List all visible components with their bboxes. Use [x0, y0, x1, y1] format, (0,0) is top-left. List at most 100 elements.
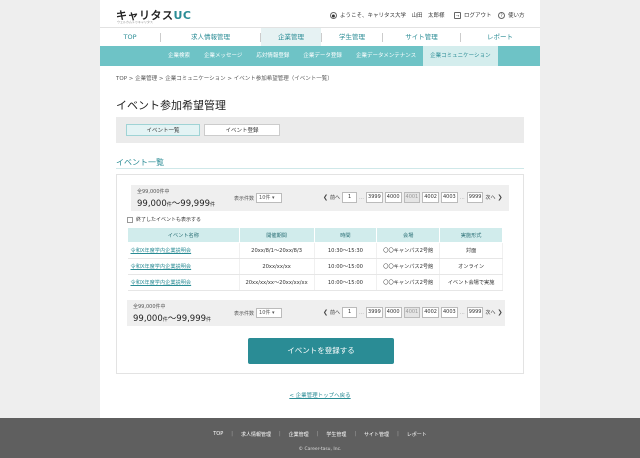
table-row: 令和X年度学内企業説明会 20xx/8/1～20xx/8/3 10:30～15:…	[127, 242, 503, 259]
user-icon: ●	[330, 11, 337, 19]
copyright: © Career-tasu, Inc.	[298, 447, 342, 452]
tab-bar: イベント一覧 イベント登録	[116, 117, 524, 143]
event-format: 対面	[439, 242, 503, 259]
page-link[interactable]: 1	[342, 307, 358, 318]
event-time: 10:00～15:00	[314, 258, 378, 275]
page: キャリタスUC ウェルカムトゥキャリタス ● ようこそ、キャリタス大学 山田 太…	[100, 0, 540, 458]
event-name-link[interactable]: 令和X年度学内企業説明会	[127, 274, 240, 291]
page-link[interactable]: 4003	[440, 307, 458, 318]
footer-link-report[interactable]: レポート	[407, 431, 427, 438]
help-link[interactable]: ? 使い方	[498, 11, 525, 19]
chevron-down-icon: ▾	[271, 310, 275, 316]
back-to-company-top-link[interactable]: < 企業管理トップへ戻る	[100, 391, 540, 399]
total-count: 全99,000件中	[137, 189, 170, 195]
subnav-company-data-register[interactable]: 企業データ登録	[296, 46, 349, 66]
event-name-link[interactable]: 令和X年度学内企業説明会	[127, 242, 240, 259]
col-format: 実施形式	[439, 227, 503, 243]
prev-arrow-icon: ❮	[323, 194, 329, 201]
col-period: 開催期間	[238, 227, 315, 243]
next-link[interactable]: 次へ	[485, 194, 495, 201]
subnav-response-info[interactable]: 応対情報登録	[249, 46, 296, 66]
footer-link-students[interactable]: 学生管理	[326, 431, 346, 438]
help-icon: ?	[498, 11, 505, 19]
col-venue: 会場	[376, 227, 441, 243]
page-link[interactable]: 4000	[384, 307, 402, 318]
footer-link-top[interactable]: TOP	[213, 431, 223, 438]
prev-arrow-icon: ❮	[323, 309, 329, 316]
page-title: イベント参加希望管理	[116, 99, 226, 112]
page-link[interactable]: 4003	[440, 192, 458, 203]
page-link[interactable]: 1	[342, 192, 358, 203]
event-period: 20xx/xx/xx	[239, 258, 315, 275]
page-current: 4001	[403, 307, 421, 318]
page-ellipsis: …	[459, 309, 465, 316]
table-row: 令和X年度学内企業説明会 20xx/xx/xx～20xx/xx/xx 10:00…	[127, 274, 503, 291]
page-ellipsis: …	[359, 309, 365, 316]
logout-link[interactable]: → ログアウト	[454, 11, 492, 19]
event-time: 10:30～15:30	[314, 242, 378, 259]
user-greeting: ● ようこそ、キャリタス大学 山田 太郎様	[330, 11, 445, 19]
show-ended-checkbox[interactable]	[127, 216, 133, 223]
prev-link[interactable]: 前へ	[330, 309, 340, 316]
pagination-bottom: ❮ 前へ 1 … 3999 4000 4001 4002 4003 … 9999…	[323, 307, 503, 318]
per-page-select[interactable]: 10件 ▾	[256, 308, 283, 318]
next-arrow-icon: ❯	[497, 309, 503, 316]
prev-link[interactable]: 前へ	[330, 194, 340, 201]
page-link[interactable]: 4002	[422, 192, 439, 203]
col-time: 時間	[313, 227, 378, 243]
nav-report[interactable]: レポート	[461, 28, 539, 46]
event-venue: 〇〇キャンパス2号館	[376, 242, 441, 259]
event-venue: 〇〇キャンパス2号館	[376, 258, 441, 275]
logout-icon: →	[454, 11, 461, 19]
subnav-company-communication[interactable]: 企業コミュニケーション	[423, 46, 498, 66]
footer-link-company[interactable]: 企業管理	[289, 431, 309, 438]
page-link[interactable]: 9999	[466, 192, 484, 203]
page-ellipsis: …	[459, 194, 465, 201]
list-controls-top: 全99,000件中 99,000件～99,999件 表示件数 10件 ▾ ❮ 前…	[131, 185, 509, 211]
register-event-button[interactable]: イベントを登録する	[248, 338, 394, 364]
nav-job-info[interactable]: 求人情報管理	[161, 28, 260, 46]
subnav-company-message[interactable]: 企業メッセージ	[197, 46, 249, 66]
subnav-company-search[interactable]: 企業検索	[100, 46, 197, 66]
event-period: 20xx/8/1～20xx/8/3	[239, 242, 315, 259]
col-event-name: イベント名称	[127, 227, 240, 243]
show-ended-events[interactable]: 終了したイベントも表示する	[127, 216, 201, 223]
page-link[interactable]: 3999	[366, 192, 383, 203]
footer-nav: TOP | 求人情報管理 | 企業管理 | 学生管理 | サイト管理 | レポート	[213, 431, 427, 438]
total-count: 全99,000件中	[133, 304, 166, 310]
event-format: イベント会場で実施	[439, 274, 503, 291]
footer: TOP | 求人情報管理 | 企業管理 | 学生管理 | サイト管理 | レポート © C…	[0, 418, 640, 458]
footer-link-site[interactable]: サイト管理	[364, 431, 389, 438]
list-controls-bottom: 全99,000件中 99,000件～99,999件 表示件数 10件 ▾ ❮ 前…	[127, 300, 505, 326]
page-ellipsis: …	[359, 194, 365, 201]
tab-event-list[interactable]: イベント一覧	[126, 124, 200, 136]
section-divider	[116, 168, 524, 169]
footer-link-job-info[interactable]: 求人情報管理	[241, 431, 271, 438]
table-header-row: イベント名称 開催期間 時間 会場 実施形式	[127, 227, 503, 243]
page-link[interactable]: 9999	[466, 307, 484, 318]
event-format: オンライン	[439, 258, 503, 275]
result-range: 99,000件～99,999件	[133, 314, 212, 324]
per-page-selector: 表示件数 10件 ▾	[234, 193, 283, 203]
logo-tagline: ウェルカムトゥキャリタス	[117, 20, 153, 24]
page-link[interactable]: 4002	[422, 307, 439, 318]
per-page-selector: 表示件数 10件 ▾	[234, 308, 283, 318]
event-name-link[interactable]: 令和X年度学内企業説明会	[127, 258, 240, 275]
nav-company[interactable]: 企業管理	[261, 28, 321, 46]
nav-site[interactable]: サイト管理	[383, 28, 460, 46]
section-title: イベント一覧	[116, 158, 164, 167]
page-link[interactable]: 3999	[366, 307, 383, 318]
page-current: 4001	[403, 192, 421, 203]
event-time: 10:00～15:00	[314, 274, 378, 291]
event-list-panel: 全99,000件中 99,000件～99,999件 表示件数 10件 ▾ ❮ 前…	[116, 174, 524, 374]
chevron-down-icon: ▾	[271, 195, 275, 201]
nav-students[interactable]: 学生管理	[322, 28, 382, 46]
tab-event-register[interactable]: イベント登録	[204, 124, 280, 136]
per-page-select[interactable]: 10件 ▾	[256, 193, 283, 203]
subnav-company-data-maintenance[interactable]: 企業データメンテナンス	[349, 46, 423, 66]
breadcrumb: TOP > 企業管理 > 企業コミュニケーション > イベント参加希望管理（イベ…	[116, 76, 333, 82]
pagination-top: ❮ 前へ 1 … 3999 4000 4001 4002 4003 … 9999…	[323, 192, 503, 203]
page-link[interactable]: 4000	[384, 192, 402, 203]
next-link[interactable]: 次へ	[485, 309, 495, 316]
nav-top[interactable]: TOP	[100, 28, 160, 46]
